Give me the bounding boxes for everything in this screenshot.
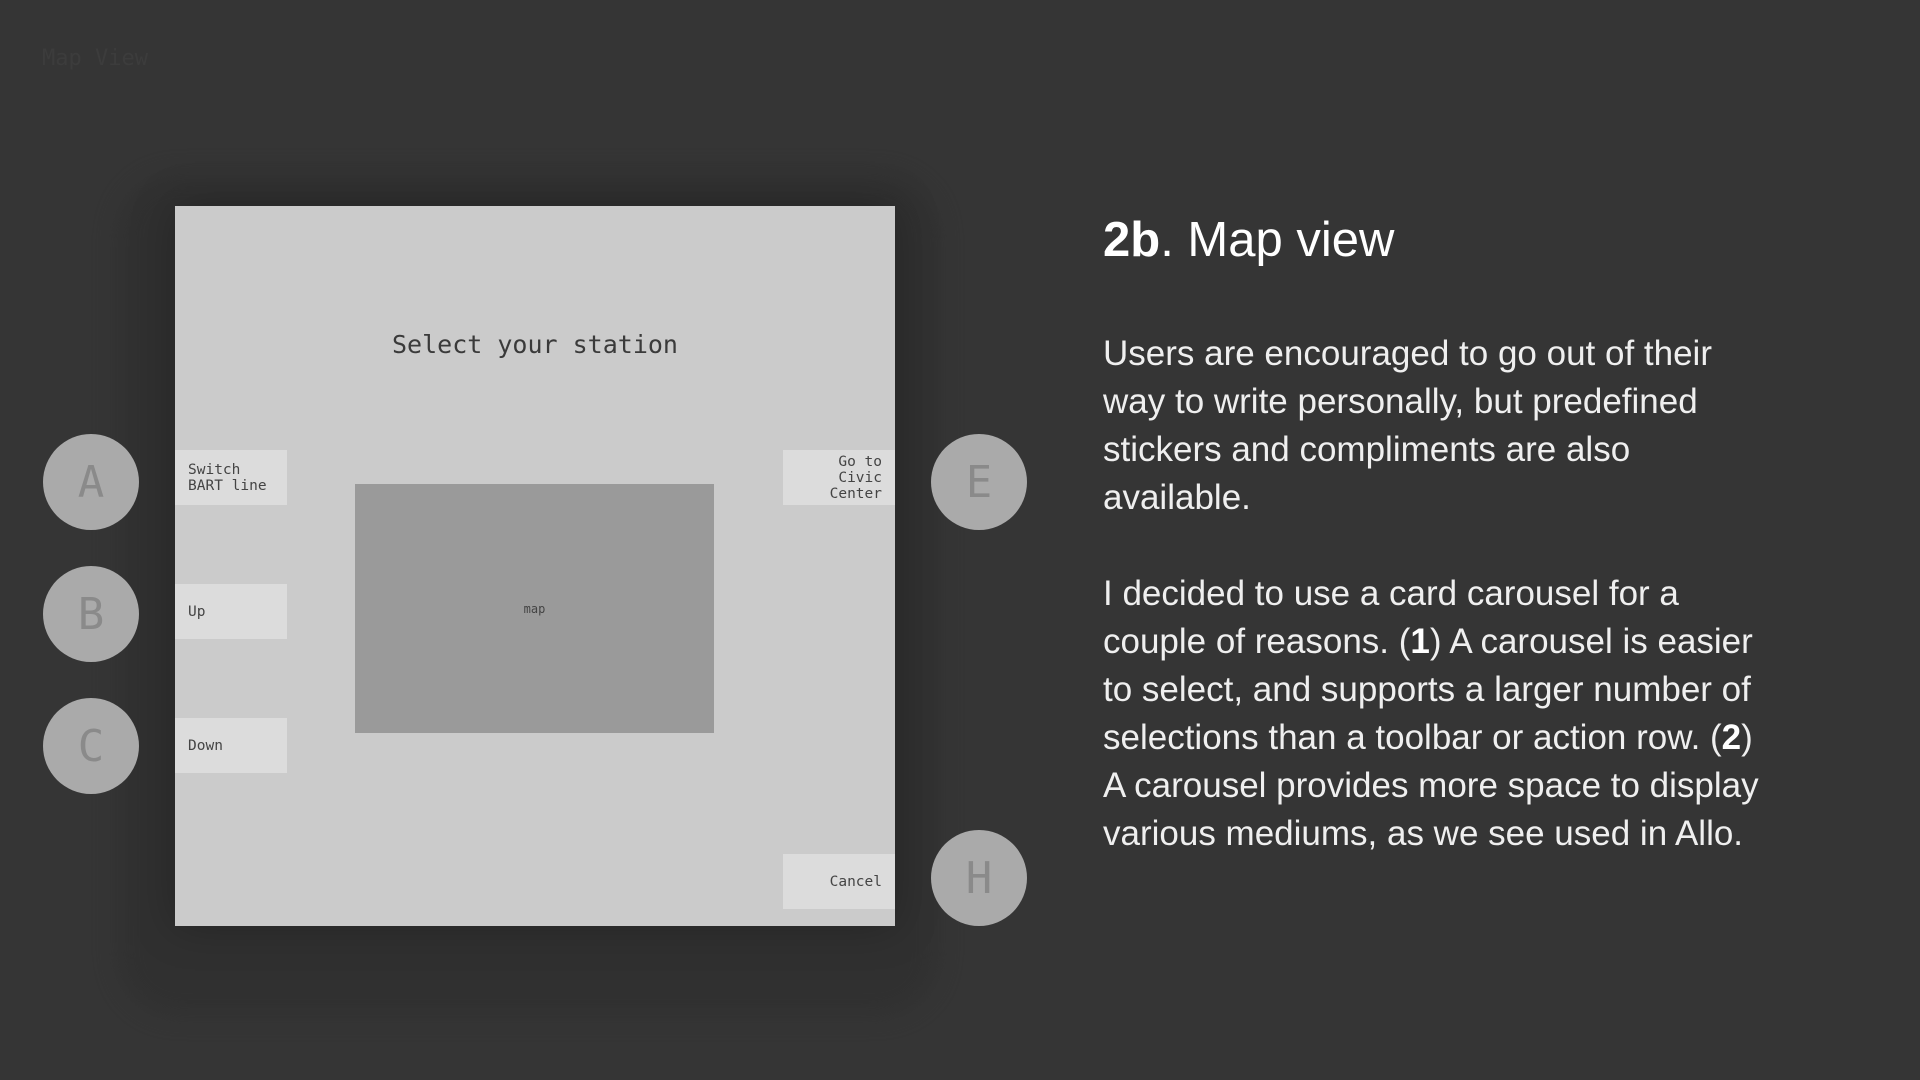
section-number: 2b [1103,213,1161,267]
hardware-button-h[interactable]: H [931,830,1027,926]
up-button[interactable]: Up [175,584,287,639]
hardware-button-c[interactable]: C [43,698,139,794]
map-view[interactable]: map [355,484,714,733]
section-heading: 2b. Map view [1103,212,1394,268]
watch-screen: Select your station Switch BART line Up … [175,206,895,926]
up-label: Up [188,603,206,620]
page-label: Map View [42,46,148,71]
cancel-button[interactable]: Cancel [783,854,895,909]
down-button[interactable]: Down [175,718,287,773]
go-to-civic-center-label: Go to Civic Center [829,453,882,502]
cancel-label: Cancel [829,873,882,890]
description-paragraph-2: I decided to use a card carousel for a c… [1103,570,1763,858]
paragraph-2-number-2: 2 [1721,718,1742,757]
hardware-button-a[interactable]: A [43,434,139,530]
screen-title: Select your station [392,330,678,359]
hardware-button-e[interactable]: E [931,434,1027,530]
switch-bart-line-label: Switch BART line [188,461,267,494]
hardware-button-b[interactable]: B [43,566,139,662]
go-to-civic-center-button[interactable]: Go to Civic Center [783,450,895,505]
section-title: . Map view [1160,213,1395,267]
description-paragraph-1: Users are encouraged to go out of their … [1103,334,1712,517]
paragraph-2-number-1: 1 [1410,622,1430,661]
down-label: Down [188,737,223,754]
switch-bart-line-button[interactable]: Switch BART line [175,450,287,505]
map-label: map [523,601,546,616]
